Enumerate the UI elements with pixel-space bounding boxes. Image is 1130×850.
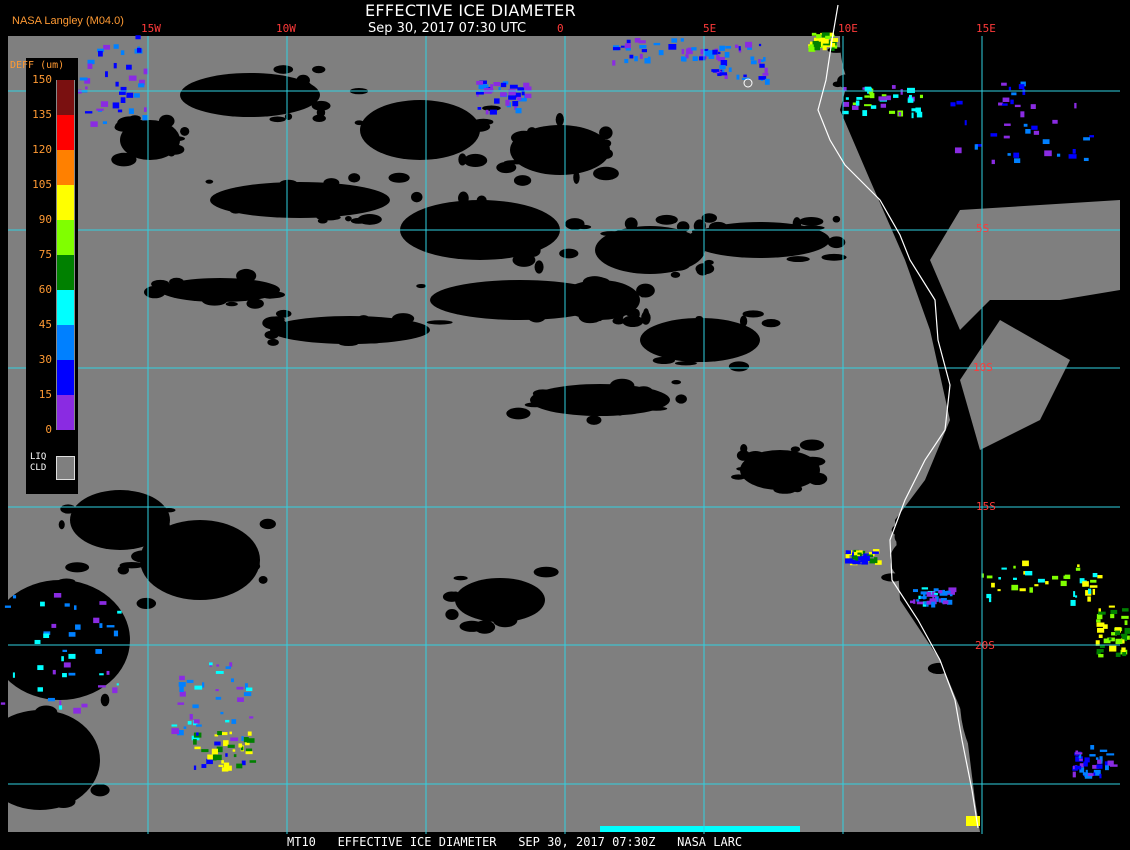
legend-swatch-7 — [57, 325, 74, 360]
legend-swatch-5 — [57, 255, 74, 290]
satellite-map — [0, 0, 1130, 850]
legend-title: DEFF (um) — [10, 60, 65, 71]
legend-swatch-6 — [57, 290, 74, 325]
lon-label-15e: 15E — [976, 22, 996, 35]
lat-label-20s: 20S — [975, 639, 995, 652]
legend-swatch-4 — [57, 220, 74, 255]
legend-tick-15: 15 — [38, 388, 52, 401]
legend-tick-90: 90 — [38, 213, 52, 226]
legend-swatch-3 — [57, 185, 74, 220]
lon-label-5e: 5E — [703, 22, 717, 35]
lon-label-10w: 10W — [276, 22, 296, 35]
map-canvas — [0, 0, 1130, 850]
legend-swatch-9 — [57, 395, 74, 430]
legend-tick-75: 75 — [38, 248, 52, 261]
legend-tick-135: 135 — [32, 108, 52, 121]
map-title: EFFECTIVE ICE DIAMETER — [365, 1, 577, 20]
legend-swatch-1 — [57, 115, 74, 150]
lon-label-10e: 10E — [838, 22, 858, 35]
legend-tick-150: 150 — [32, 73, 52, 86]
legend-tick-0: 0 — [45, 423, 52, 436]
legend-liquid-label: LIQ CLD — [30, 452, 46, 474]
legend-tick-105: 105 — [32, 178, 52, 191]
legend-liquid-swatch — [56, 456, 75, 480]
legend-tick-45: 45 — [38, 318, 52, 331]
lon-label-15w: 15W — [141, 22, 161, 35]
credit-label: NASA Langley (M04.0) — [12, 15, 124, 27]
lat-label-10s: 10S — [973, 361, 993, 374]
lon-label-0: 0 — [557, 22, 564, 35]
legend-liq-text: LIQ — [30, 452, 47, 462]
footer-bar: MT10 EFFECTIVE ICE DIAMETER SEP 30, 2017… — [0, 834, 1130, 850]
color-legend: DEFF (um) 150 135 120 105 90 75 60 45 30… — [10, 58, 78, 494]
legend-swatch-0 — [57, 80, 74, 115]
legend-tick-30: 30 — [38, 353, 52, 366]
legend-cld-text: CLD — [30, 463, 47, 473]
map-timestamp: Sep 30, 2017 07:30 UTC — [368, 21, 527, 36]
footer-caption: MT10 EFFECTIVE ICE DIAMETER SEP 30, 2017… — [287, 835, 743, 849]
legend-swatch-2 — [57, 150, 74, 185]
lat-label-15s: 15S — [976, 500, 996, 513]
legend-colorbar — [56, 80, 75, 430]
legend-tick-120: 120 — [32, 143, 52, 156]
lat-label-5s: 5S — [976, 222, 990, 235]
legend-tick-60: 60 — [38, 283, 52, 296]
legend-swatch-8 — [57, 360, 74, 395]
